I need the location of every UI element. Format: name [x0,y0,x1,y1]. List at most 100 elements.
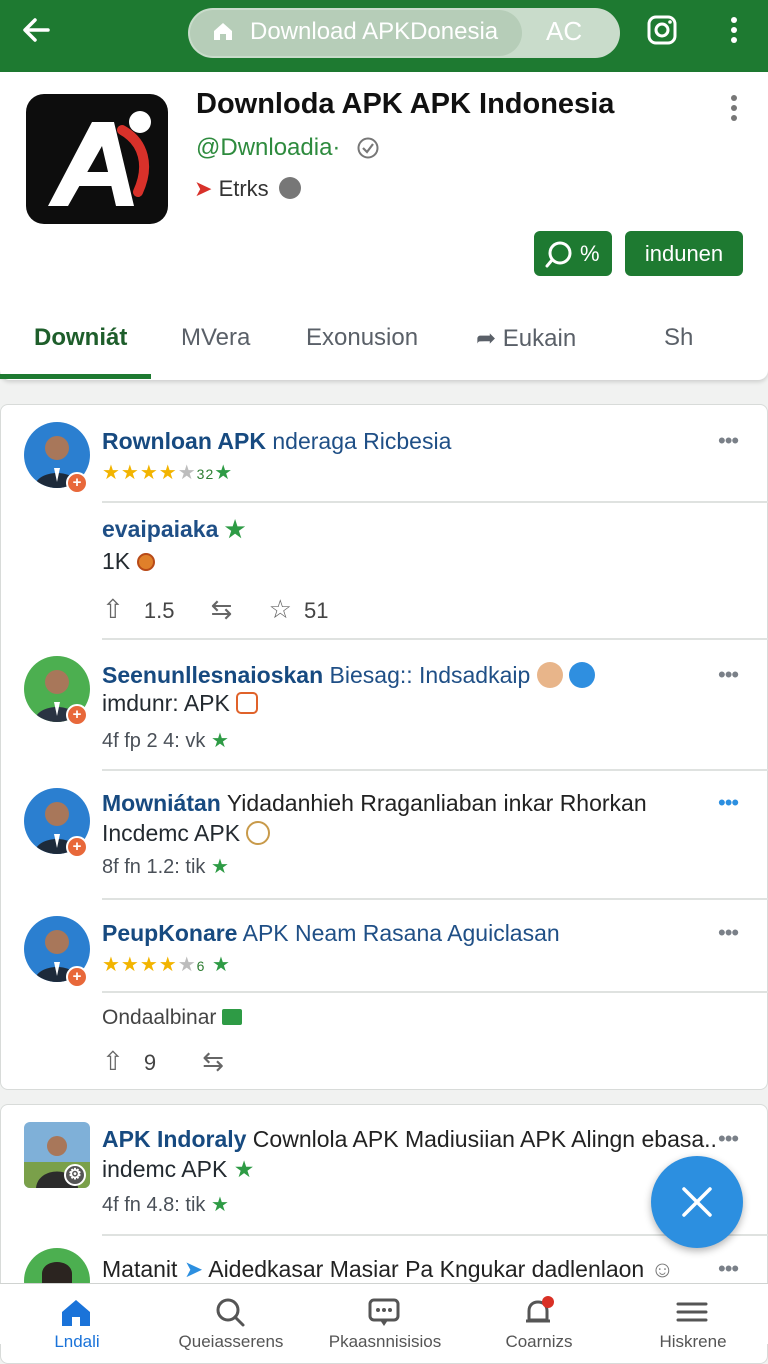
star-rating: ★★★★★6 ★ [102,954,231,976]
like-icon[interactable]: ⇧ [102,594,124,624]
post-title-rest: Biesag:: Indsadkaip [323,662,531,688]
post-meta: 8f fn 1.2: tik ★ [102,856,229,878]
like-count: 1.5 [143,598,175,623]
tab-eukain[interactable]: ➦ Eukain [476,324,576,353]
post-body: Ondaalbinar [102,1006,243,1030]
address-bar-extra[interactable]: AC [546,16,582,47]
post-meta-text: 8f fn 1.2: tik [102,856,206,878]
post-title[interactable]: PeupKonare APK Neam Rasana Aguiclasan [102,920,560,947]
emoji-icon [246,821,271,845]
developer-logo-icon: ➤ [194,176,213,201]
favorite-count: 51 [304,598,329,623]
post-title-rest: nderaga Ricbesia [265,428,452,454]
nav-menu[interactable]: Hiskrene [616,1284,768,1351]
app-title: Downloda APK APK Indonesia [196,88,615,120]
fire-icon [136,553,155,571]
post-meta-text: 4f fn 4.8: tik [102,1194,206,1216]
bottom-navigation: Lndali Queiasserens Pkaasnnisisios Coarn… [0,1283,768,1351]
message-icon [368,1298,400,1326]
active-tab-indicator [0,374,151,379]
share-label: % [580,241,600,266]
emoji-face-icon [536,662,563,688]
nav-notifications-label: Coarnizs [505,1332,573,1351]
avatar-badge: + [66,836,88,858]
divider [102,991,768,993]
close-icon [682,1187,712,1217]
post-title-bold: Rownloan APK [102,428,266,454]
post-title[interactable]: Rownloan APK nderaga Ricbesia [102,428,451,455]
bird-icon: ➤ [183,1256,204,1282]
favorite-icon[interactable]: ☆ [269,594,292,624]
post-line: indemc APK ★ [102,1156,255,1182]
developer-name: Etrks [218,176,269,201]
app-menu-icon[interactable] [724,92,744,124]
home-icon [62,1300,90,1326]
post-actions: ⇧ 1.5 ⇆ ☆ 51 [102,594,328,625]
post-title[interactable]: APK Indoraly Cownlola APK Madiusiian APK… [102,1126,717,1153]
share-button[interactable]: % [534,231,612,276]
avatar-badge: + [66,704,88,726]
overflow-menu-icon[interactable] [724,14,744,46]
post-count-text: 1K [102,548,131,574]
hamburger-menu-icon [676,1302,708,1322]
back-arrow-icon[interactable] [18,12,54,48]
repost-icon[interactable]: ⇆ [211,594,233,624]
nav-notifications[interactable]: Coarnizs [462,1284,616,1351]
nav-messages[interactable]: Pkaasnnisisios [308,1284,462,1351]
nav-search[interactable]: Queiasserens [154,1284,308,1351]
divider [102,898,768,900]
post-menu-icon[interactable]: ••• [718,428,739,454]
avatar-badge: ⚙ [64,1164,86,1186]
post-menu-icon[interactable]: ••• [718,662,739,688]
post-title-bold: APK Indoraly [102,1126,247,1152]
nav-messages-label: Pkaasnnisisios [328,1332,442,1351]
post-body-text: Ondaalbinar [102,1006,217,1029]
post-title-bold: Matanit [102,1256,178,1282]
post-title-rest: APK Neam Rasana Aguiclasan [237,920,560,946]
divider [102,501,768,503]
tab-sh[interactable]: Sh [664,324,693,352]
post-title-rest: Cownlola APK Madiusiian APK Alingn ebasa… [246,1126,717,1152]
post-menu-icon[interactable]: ••• [718,920,739,946]
like-icon[interactable]: ⇧ [102,1046,124,1076]
post-title[interactable]: Matanit ➤ Aidedkasar Masiar Pa Kngukar d… [102,1256,674,1283]
avatar-badge: + [66,966,88,988]
post-menu-icon[interactable]: ••• [718,790,739,816]
post-meta: 4f fn 4.8: tik ★ [102,1194,229,1216]
tab-mvera[interactable]: MVera [181,324,250,352]
search-icon [216,1298,245,1327]
divider [102,638,768,640]
install-button[interactable]: indunen [625,231,743,276]
smiley-icon: ☺ [650,1256,675,1282]
post-line-text: Incdemc APK [102,820,241,846]
nav-search-label: Queiasserens [178,1332,284,1351]
post-menu-icon[interactable]: ••• [718,1256,739,1282]
rating-count: 6 [196,958,206,974]
post-line: imdunr: APK [102,690,259,717]
camera-icon[interactable] [646,14,678,46]
app-logo [26,94,168,224]
post-title[interactable]: Mowniátan Yidadanhieh Rraganliaban inkar… [102,790,647,817]
top-app-bar: Download APKDonesia AC [0,0,768,72]
rating-count: 32 [196,466,215,482]
post-body-title: evaipaiaka ★ [102,516,246,542]
tab-exonusion[interactable]: Exonusion [306,324,418,352]
post-meta: 4f fp 2 4: vk ★ [102,730,229,752]
developer-row[interactable]: ➤ Etrks [194,176,301,202]
tab-download[interactable]: Downiát [34,324,127,352]
post-line-text: indemc APK [102,1156,228,1182]
home-icon [214,23,232,40]
repost-icon[interactable]: ⇆ [202,1046,224,1076]
chat-icon [545,241,572,268]
close-fab-button[interactable] [651,1156,743,1248]
post-menu-icon[interactable]: ••• [718,1126,739,1152]
tab-eukain-label: Eukain [502,325,577,352]
post-body-title-text: evaipaiaka [102,516,219,542]
post-title-rest: Yidadanhieh Rraganliaban inkar Rhorkan [220,790,647,816]
post-title[interactable]: Seenunllesnaioskan Biesag:: Indsadkaip [102,662,596,689]
post-title-bold: Seenunllesnaioskan [102,662,324,688]
app-handle[interactable]: @Dwnloadia· [196,134,340,162]
like-count: 9 [143,1050,157,1075]
nav-home[interactable]: Lndali [0,1284,154,1351]
calendar-icon [236,692,259,714]
